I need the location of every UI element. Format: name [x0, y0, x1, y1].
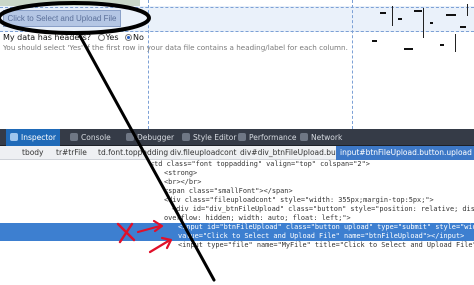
guide-line [352, 0, 353, 129]
markup-line[interactable]: <td class="font toppadding" valign="top"… [0, 160, 474, 169]
artifact [423, 8, 424, 38]
devtools-panel: Inspector Console Debugger Style Editor … [0, 129, 474, 285]
selected-line-part: <input id="btnFileUpload" class="button … [178, 223, 474, 231]
tab-console[interactable]: Console [70, 129, 111, 146]
breadcrumb-item[interactable]: td.font.toppadding [98, 146, 168, 160]
inspector-icon [10, 133, 18, 141]
style-editor-icon [182, 133, 190, 141]
artifact [446, 14, 456, 16]
upload-button[interactable]: Click to Select and Upload File [3, 10, 121, 27]
markup-line[interactable]: <br></br> [0, 178, 474, 187]
breadcrumb-item[interactable]: div#div_btnFileUpload.button [240, 146, 351, 160]
breadcrumb-item-active[interactable]: input#btnFileUpload.button.upload [336, 146, 474, 160]
yes-label: Yes [105, 33, 119, 42]
markup-line[interactable]: <input type="file" name="MyFile" title="… [0, 241, 474, 250]
guide-line [0, 7, 474, 8]
tab-label: Console [81, 133, 111, 142]
guide-line [0, 31, 474, 32]
artifact [467, 4, 468, 16]
artifact [460, 26, 466, 28]
headers-help-text: You should select 'Yes' if the first row… [3, 43, 348, 52]
tab-label: Inspector [21, 133, 56, 142]
markup-line[interactable]: <div id="div_btnFileUpload" class="butto… [0, 205, 474, 214]
tab-style-editor[interactable]: Style Editor [182, 129, 236, 146]
artifact [440, 44, 444, 46]
markup-view: <td class="font toppadding" valign="top"… [0, 160, 474, 285]
tab-label: Debugger [137, 133, 175, 142]
artifact [404, 48, 413, 50]
markup-line[interactable]: overflow: hidden; width: auto; float: le… [0, 214, 474, 223]
no-label: No [133, 33, 144, 42]
no-radio[interactable] [125, 34, 133, 41]
markup-line[interactable]: <div class="fileuploadcont" style="width… [0, 196, 474, 205]
markup-line[interactable]: <strong> [0, 169, 474, 178]
breadcrumb-item[interactable]: tr#trFile [56, 146, 87, 160]
markup-line[interactable]: <span class="smallFont"></span> [0, 187, 474, 196]
artifact [380, 12, 386, 14]
devtools-tabbar: Inspector Console Debugger Style Editor … [0, 129, 474, 146]
tab-label: Style Editor [193, 133, 237, 142]
breadcrumb-item[interactable]: div.fileuploadcont [170, 146, 236, 160]
headers-question: My data has headers? Yes No [3, 33, 144, 42]
tab-label: Performance [249, 133, 297, 142]
artifact [430, 22, 433, 24]
markup-line-selected[interactable]: <input id="btnFileUpload" class="button … [0, 223, 474, 241]
yes-radio[interactable] [97, 34, 105, 41]
artifact [414, 10, 422, 12]
artifact [455, 34, 456, 52]
network-icon [300, 133, 308, 141]
page-preview: Click to Select and Upload File My data … [0, 0, 474, 129]
tab-performance[interactable]: Performance [238, 129, 297, 146]
artifact [398, 18, 402, 20]
performance-icon [238, 133, 246, 141]
tab-debugger[interactable]: Debugger [126, 129, 174, 146]
artifact [372, 40, 377, 42]
debugger-icon [126, 133, 134, 141]
selected-line-part: value="Click to Select and Upload File" … [178, 232, 465, 240]
artifact [392, 6, 393, 26]
tab-network[interactable]: Network [300, 129, 342, 146]
breadcrumb: tbody tr#trFile td.font.toppadding div.f… [0, 146, 474, 160]
guide-line [148, 0, 149, 129]
tab-label: Network [311, 133, 343, 142]
console-icon [70, 133, 78, 141]
breadcrumb-item[interactable]: tbody [22, 146, 44, 160]
tab-inspector[interactable]: Inspector [6, 129, 60, 146]
headers-question-label: My data has headers? [3, 33, 92, 42]
